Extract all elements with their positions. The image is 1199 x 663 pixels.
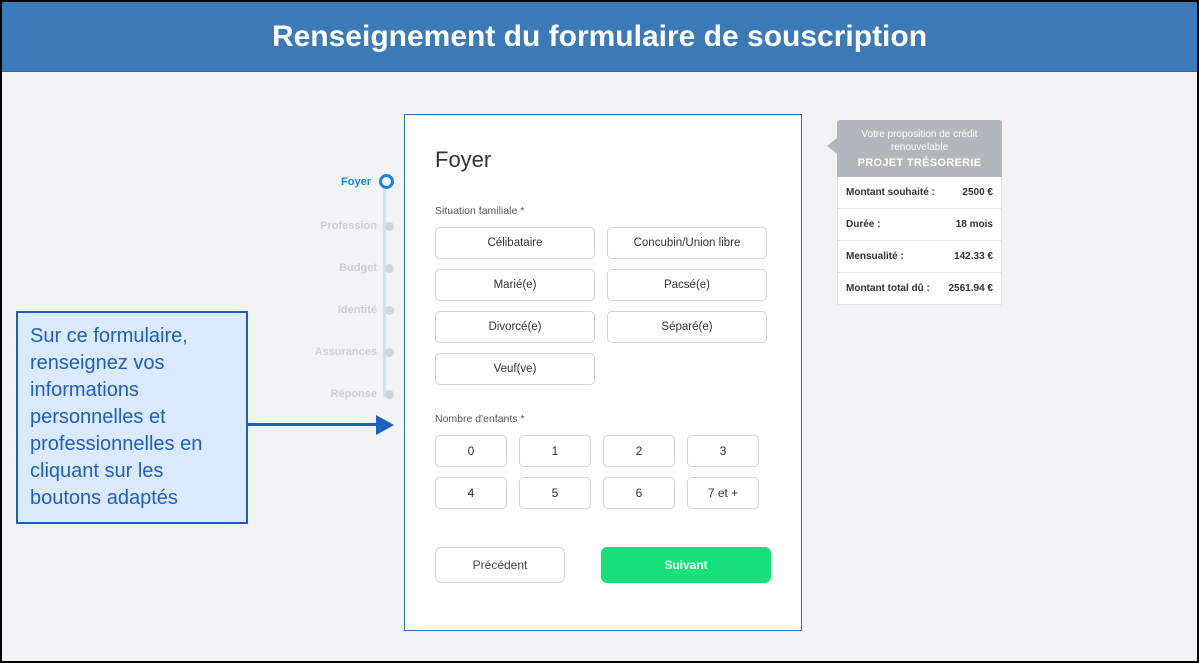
children-options: 0 1 2 3 4 5 6 7 et + [435,435,771,509]
children-label: Nombre d'enfants * [435,413,771,425]
situation-label: Situation familiale * [435,205,771,217]
children-7plus[interactable]: 7 et + [687,477,759,509]
proposal-header: Votre proposition de crédit renouvelable… [837,120,1002,177]
step-identite[interactable]: Identité [307,304,394,316]
proposal-row-montant: Montant souhaité : 2500 € [838,177,1001,208]
option-veuf[interactable]: Veuf(ve) [435,353,595,385]
option-celibataire[interactable]: Célibataire [435,227,595,259]
proposal-list: Montant souhaité : 2500 € Durée : 18 moi… [837,177,1002,305]
step-budget[interactable]: Budget [307,262,394,274]
option-marie[interactable]: Marié(e) [435,269,595,301]
option-concubin[interactable]: Concubin/Union libre [607,227,767,259]
children-6[interactable]: 6 [603,477,675,509]
step-foyer[interactable]: Foyer [301,174,394,189]
arrow-icon [248,415,393,435]
step-label: Réponse [307,388,377,400]
step-label: Profession [307,220,377,232]
prev-button[interactable]: Précédent [435,547,565,583]
step-reponse[interactable]: Réponse [307,388,394,400]
proposal-key: Montant souhaité : [846,187,935,198]
situation-options: Célibataire Concubin/Union libre Marié(e… [435,227,771,385]
step-nav: Foyer Profession Budget Identité Assuran… [294,172,394,402]
form-section-title: Foyer [435,147,771,173]
step-label: Foyer [301,176,371,188]
children-3[interactable]: 3 [687,435,759,467]
instruction-text: Sur ce formulaire, renseignez vos inform… [30,325,202,509]
step-label: Budget [307,262,377,274]
proposal-value: 2500 € [962,187,993,198]
proposal-key: Mensualité : [846,251,904,262]
option-divorce[interactable]: Divorcé(e) [435,311,595,343]
page-title: Renseignement du formulaire de souscript… [272,20,927,54]
proposal-card: Votre proposition de crédit renouvelable… [837,120,1002,305]
step-dot-icon [385,264,394,273]
step-dot-icon [385,306,394,315]
next-button[interactable]: Suivant [601,547,771,583]
step-dot-icon [385,390,394,399]
proposal-value: 142.33 € [954,251,993,262]
step-profession[interactable]: Profession [307,220,394,232]
step-label: Assurances [307,346,377,358]
option-pacse[interactable]: Pacsé(e) [607,269,767,301]
step-assurances[interactable]: Assurances [307,346,394,358]
step-dot-icon [385,348,394,357]
option-separe[interactable]: Séparé(e) [607,311,767,343]
proposal-row-mensualite: Mensualité : 142.33 € [838,240,1001,272]
form-nav: Précédent Suivant [435,547,771,583]
children-4[interactable]: 4 [435,477,507,509]
children-5[interactable]: 5 [519,477,591,509]
proposal-key: Durée : [846,219,880,230]
header: Renseignement du formulaire de souscript… [2,2,1197,72]
step-dot-icon [385,222,394,231]
step-label: Identité [307,304,377,316]
proposal-key: Montant total dû : [846,283,930,294]
form-card: Foyer Situation familiale * Célibataire … [404,114,802,631]
children-1[interactable]: 1 [519,435,591,467]
step-dot-icon [379,174,394,189]
proposal-row-total: Montant total dû : 2561.94 € [838,272,1001,304]
proposal-title: PROJET TRÉSORERIE [843,157,996,169]
proposal-row-duree: Durée : 18 mois [838,208,1001,240]
proposal-value: 18 mois [956,219,993,230]
children-2[interactable]: 2 [603,435,675,467]
children-0[interactable]: 0 [435,435,507,467]
proposal-sub: Votre proposition de crédit renouvelable [843,128,996,154]
instruction-callout: Sur ce formulaire, renseignez vos inform… [16,311,248,524]
proposal-value: 2561.94 € [949,283,994,294]
